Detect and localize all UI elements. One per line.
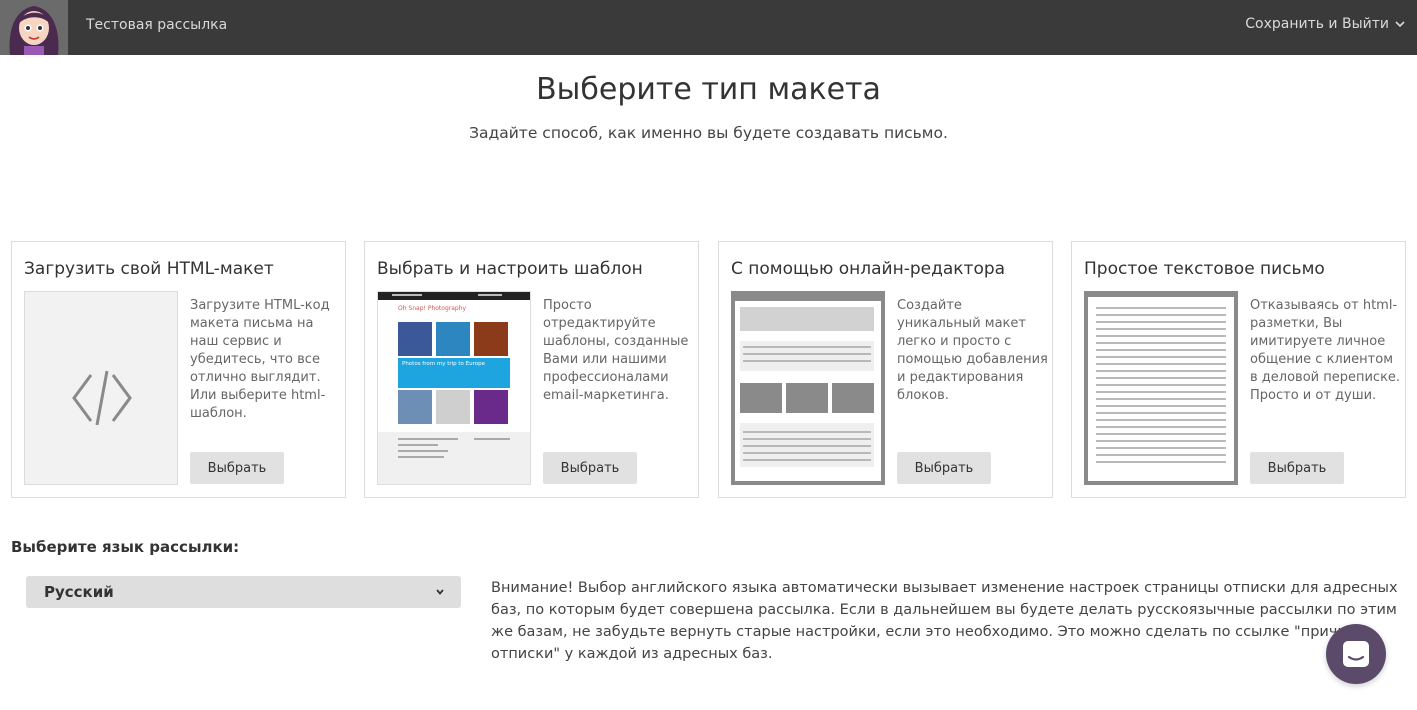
select-template-button[interactable]: Выбрать <box>543 452 637 484</box>
html-thumbnail <box>24 291 178 485</box>
card-description: Просто отредактируйте шаблоны, созданные… <box>543 298 689 403</box>
select-text-button[interactable]: Выбрать <box>1250 452 1344 484</box>
language-label: Выберите язык рассылки: <box>11 538 240 556</box>
layout-card-html: Загрузить свой HTML-макет Загрузите HTML… <box>11 241 346 498</box>
template-banner-text: Photos from my trip to Europe <box>402 361 486 367</box>
page-title: Выберите тип макета <box>536 72 881 107</box>
chevron-down-icon <box>436 589 444 595</box>
save-and-exit-menu[interactable]: Сохранить и Выйти <box>1245 16 1405 32</box>
text-thumbnail <box>1084 291 1238 485</box>
select-editor-button[interactable]: Выбрать <box>897 452 991 484</box>
card-description: Создайте уникальный макет легко и просто… <box>897 298 1048 403</box>
campaign-title: Тестовая рассылка <box>86 17 228 33</box>
chat-icon <box>1343 641 1369 667</box>
layout-card-editor: С помощью онлайн-редактора Создайте уник… <box>718 241 1053 498</box>
top-bar: Тестовая рассылка Сохранить и Выйти <box>0 0 1417 55</box>
layout-card-template: Выбрать и настроить шаблон Oh Snap! Phot… <box>364 241 699 498</box>
language-select[interactable]: Русский <box>26 576 461 608</box>
card-title: Простое текстовое письмо <box>1084 259 1325 279</box>
language-selected-value: Русский <box>44 583 114 601</box>
chevron-down-icon <box>1395 21 1405 28</box>
card-title: С помощью онлайн-редактора <box>731 259 1006 279</box>
card-title: Выбрать и настроить шаблон <box>377 259 643 279</box>
language-warning-text: Внимание! Выбор английского языка автома… <box>491 580 1398 662</box>
card-title: Загрузить свой HTML-макет <box>24 259 274 279</box>
save-and-exit-label: Сохранить и Выйти <box>1245 16 1389 32</box>
chat-widget-button[interactable] <box>1326 624 1386 684</box>
page-subtitle: Задайте способ, как именно вы будете соз… <box>469 124 948 142</box>
select-html-button[interactable]: Выбрать <box>190 452 284 484</box>
editor-thumbnail <box>731 291 885 485</box>
template-brand: Oh Snap! Photography <box>398 305 467 312</box>
code-icon <box>72 370 132 426</box>
layout-card-text: Простое текстовое письмо Отказываясь от … <box>1071 241 1406 498</box>
template-thumbnail: Oh Snap! Photography Photos from my trip… <box>377 291 531 485</box>
card-description: Отказываясь от html-разметки, Вы имитиру… <box>1250 298 1401 403</box>
card-description: Загрузите HTML-код макета письма на наш … <box>190 298 330 421</box>
avatar[interactable] <box>0 0 68 55</box>
